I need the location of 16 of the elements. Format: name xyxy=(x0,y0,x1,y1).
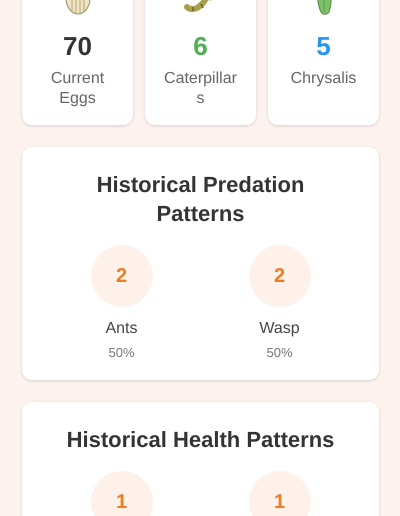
count-circle: 2 xyxy=(248,245,310,307)
stat-value: 6 xyxy=(193,31,208,61)
stat-value: 70 xyxy=(63,31,92,61)
pattern-percent: 50% xyxy=(266,345,293,360)
stat-label: Caterpillars xyxy=(163,69,238,109)
pattern-label: Ants xyxy=(105,319,138,339)
count-circle: 1 xyxy=(248,471,310,516)
stat-label: Chrysalis xyxy=(290,69,356,89)
section-title: Historical Predation Patterns xyxy=(96,171,306,228)
count-circle: 2 xyxy=(90,245,152,307)
count-circle: 1 xyxy=(90,471,152,516)
stat-label: Current Eggs xyxy=(50,69,106,109)
section-title: Historical Health Patterns xyxy=(66,426,336,454)
pattern-label: Wasp xyxy=(259,319,300,339)
pattern-percent: 50% xyxy=(108,345,135,360)
stat-value: 5 xyxy=(316,31,331,61)
